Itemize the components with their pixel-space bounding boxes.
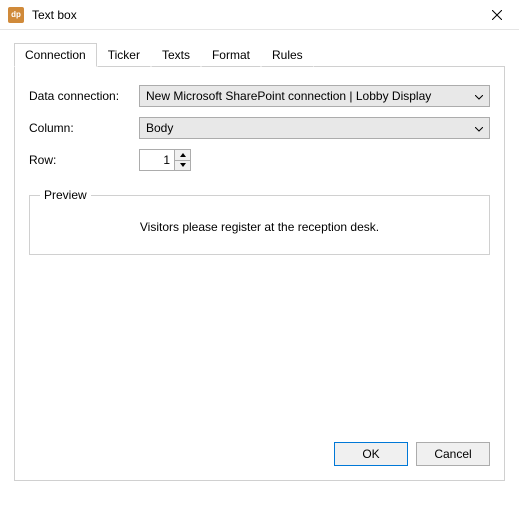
tab-panel: Data connection: New Microsoft SharePoin… [14,66,505,481]
close-button[interactable] [474,0,519,30]
cancel-button[interactable]: Cancel [416,442,490,466]
spin-down-button[interactable] [175,160,191,172]
tab-format[interactable]: Format [201,43,261,67]
titlebar: dp Text box [0,0,519,30]
triangle-down-icon [180,163,186,167]
row-row: Row: [29,149,490,171]
select-data-connection-value: New Microsoft SharePoint connection | Lo… [146,89,471,103]
triangle-up-icon [180,153,186,157]
window-title: Text box [32,8,474,22]
tab-ticker[interactable]: Ticker [97,43,151,67]
tab-texts[interactable]: Texts [151,43,201,67]
select-column[interactable]: Body [139,117,490,139]
ok-button[interactable]: OK [334,442,408,466]
dialog-buttons: OK Cancel [334,442,490,466]
spinner-buttons [175,149,191,171]
tab-rules[interactable]: Rules [261,43,314,67]
row-column: Column: Body [29,117,490,139]
preview-text: Visitors please register at the receptio… [40,220,479,234]
tab-row: Connection Ticker Texts Format Rules [14,43,505,67]
preview-groupbox: Preview Visitors please register at the … [29,195,490,255]
chevron-down-icon [475,89,483,103]
chevron-down-icon [475,121,483,135]
select-data-connection[interactable]: New Microsoft SharePoint connection | Lo… [139,85,490,107]
tab-connection[interactable]: Connection [14,43,97,67]
preview-legend: Preview [40,188,91,202]
label-row: Row: [29,153,139,167]
spin-up-button[interactable] [175,149,191,160]
dialog-content: Connection Ticker Texts Format Rules Dat… [0,30,519,493]
row-spinner [139,149,191,171]
label-column: Column: [29,121,139,135]
label-data-connection: Data connection: [29,89,139,103]
close-icon [492,10,502,20]
row-data-connection: Data connection: New Microsoft SharePoin… [29,85,490,107]
app-icon: dp [8,7,24,23]
row-input[interactable] [139,149,175,171]
select-column-value: Body [146,121,471,135]
